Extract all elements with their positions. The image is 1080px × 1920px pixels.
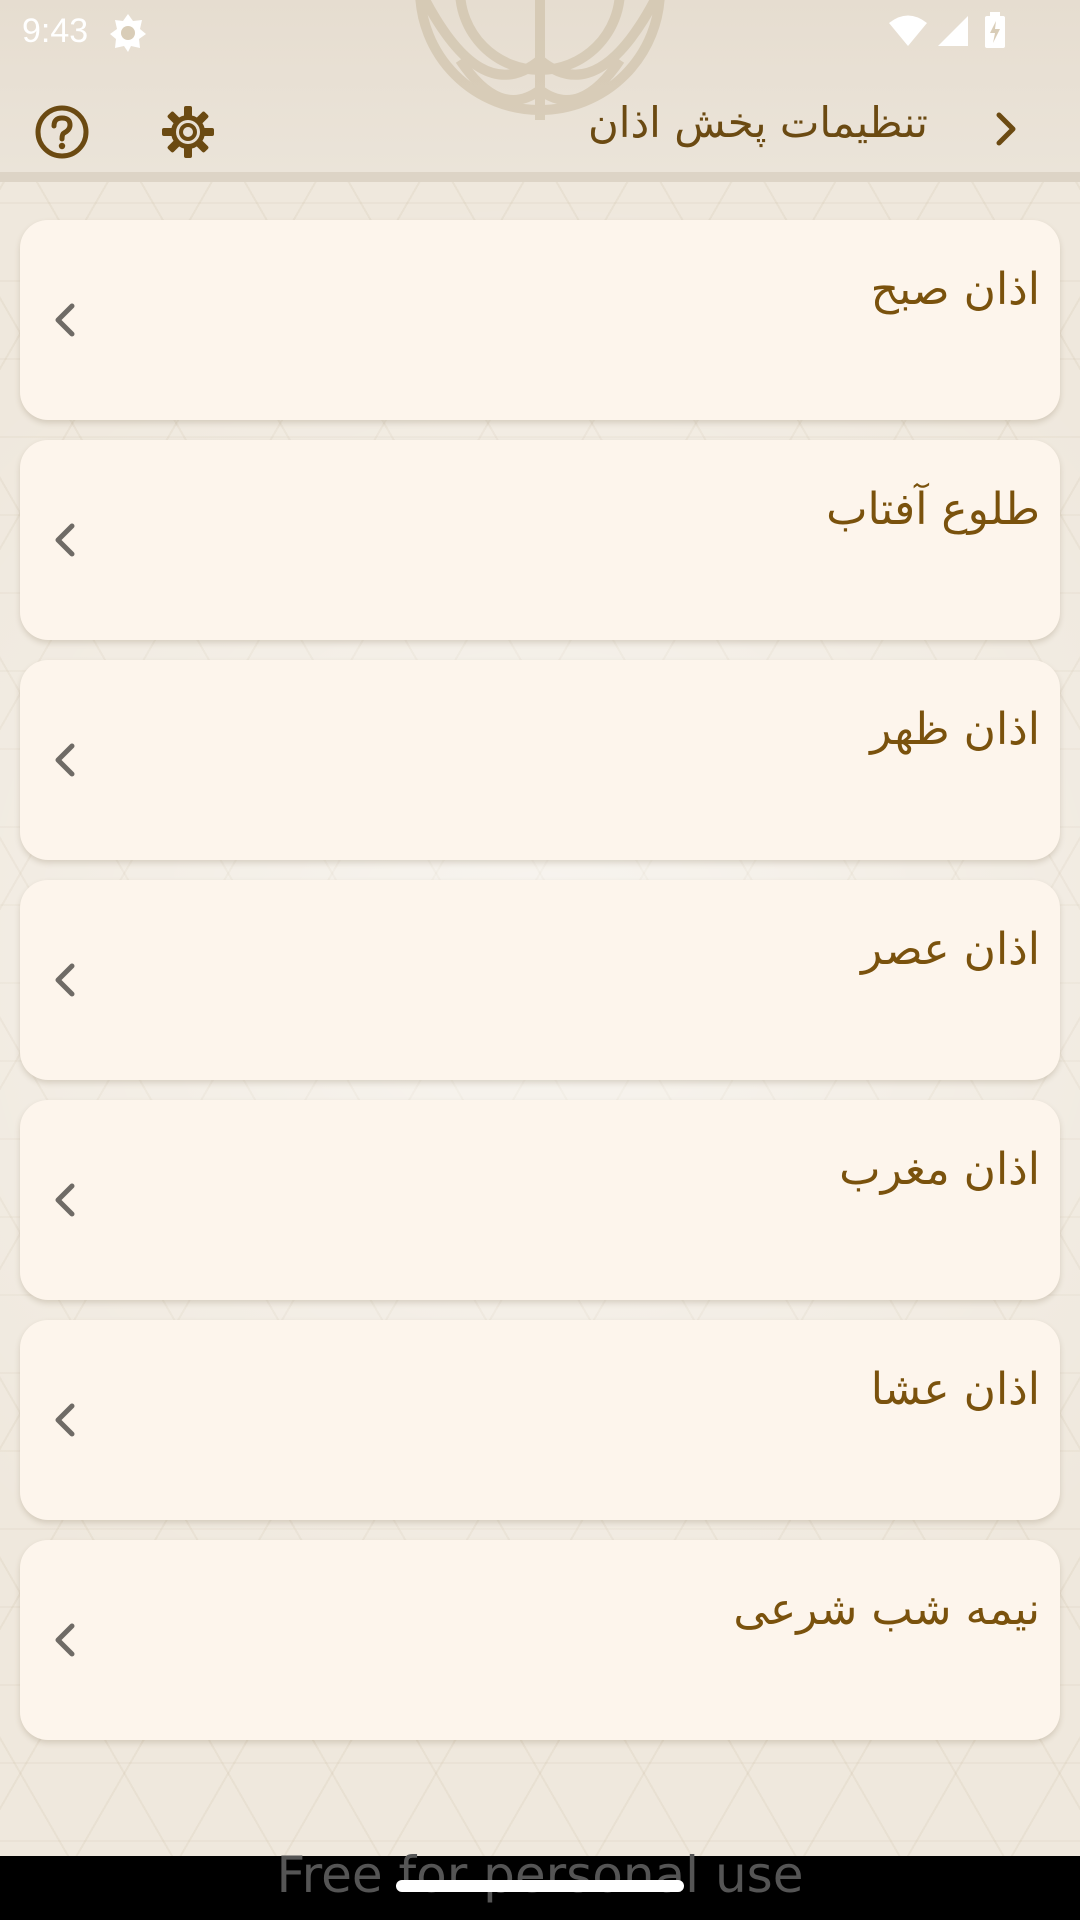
list-item-maghrib[interactable]: اذان مغرب bbox=[20, 1100, 1060, 1300]
chevron-left-icon bbox=[55, 1403, 75, 1437]
list-item-label: اذان ظهر bbox=[870, 704, 1040, 755]
battery-charging-icon bbox=[985, 12, 1005, 48]
list-item-label: طلوع آفتاب bbox=[826, 484, 1040, 535]
wifi-icon bbox=[889, 15, 927, 46]
list-item-label: اذان صبح bbox=[870, 264, 1040, 315]
chevron-left-icon bbox=[55, 963, 75, 997]
chevron-left-icon bbox=[55, 1183, 75, 1217]
help-circle-icon bbox=[35, 105, 89, 159]
list-item-dhuhr[interactable]: اذان ظهر bbox=[20, 660, 1060, 860]
list-item-label: اذان عشا bbox=[870, 1364, 1040, 1415]
list-item-asr[interactable]: اذان عصر bbox=[20, 880, 1060, 1080]
status-bar: 9:43 bbox=[0, 0, 1080, 64]
chevron-right-icon bbox=[996, 112, 1016, 146]
list-item-sunrise[interactable]: طلوع آفتاب bbox=[20, 440, 1060, 640]
chevron-left-icon bbox=[55, 1623, 75, 1657]
list-item-label: اذان عصر bbox=[860, 924, 1040, 975]
watermark-text: Free for personal use bbox=[276, 1846, 804, 1904]
home-gesture-handle[interactable] bbox=[396, 1880, 684, 1892]
chevron-left-icon bbox=[55, 303, 75, 337]
chevron-left-icon bbox=[55, 743, 75, 777]
back-button[interactable] bbox=[986, 104, 1026, 154]
help-button[interactable] bbox=[34, 104, 90, 160]
status-time: 9:43 bbox=[22, 12, 89, 50]
list-item-isha[interactable]: اذان عشا bbox=[20, 1320, 1060, 1520]
list-item-label: نیمه شب شرعی bbox=[733, 1584, 1040, 1635]
notification-badge-icon bbox=[110, 14, 146, 52]
list-item-label: اذان مغرب bbox=[839, 1144, 1040, 1195]
settings-button[interactable] bbox=[160, 104, 216, 160]
prayer-list: اذان صبح طلوع آفتاب اذان ظهر اذان عصر اذ… bbox=[20, 220, 1060, 1760]
list-item-fajr[interactable]: اذان صبح bbox=[20, 220, 1060, 420]
gear-icon bbox=[162, 106, 214, 158]
list-item-midnight[interactable]: نیمه شب شرعی bbox=[20, 1540, 1060, 1740]
page-title: تنظیمات پخش اذان bbox=[587, 98, 928, 147]
chevron-left-icon bbox=[55, 523, 75, 557]
cell-signal-icon bbox=[938, 16, 968, 46]
